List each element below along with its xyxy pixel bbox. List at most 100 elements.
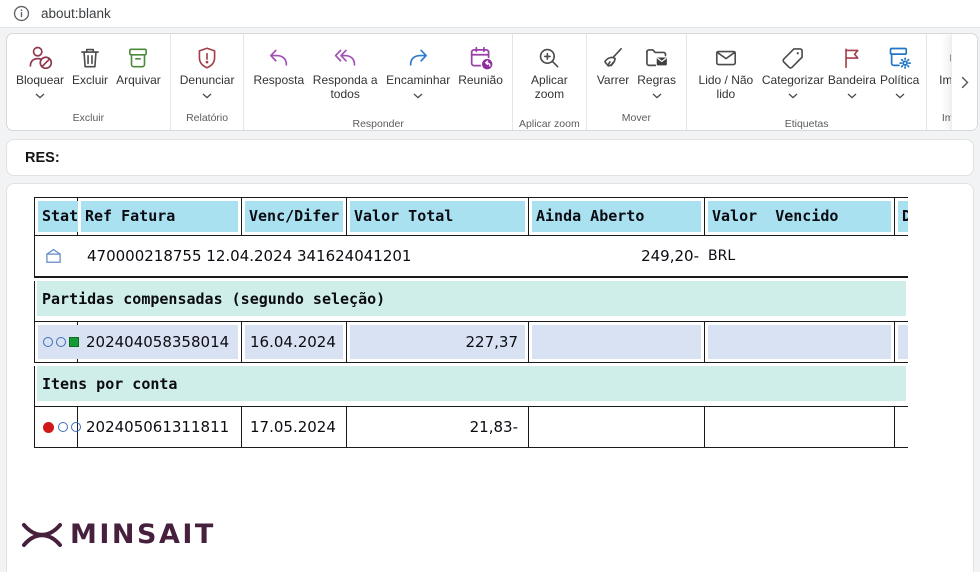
- chevron-down-icon[interactable]: [35, 90, 45, 102]
- reply-all-icon: [332, 41, 359, 74]
- group-label-etiquetas: Etiquetas: [784, 118, 829, 130]
- group-label-relatorio: Relatório: [186, 112, 229, 124]
- mail-ribbon: Bloquear Excluir Arquivar Excluir Denunc…: [6, 33, 978, 131]
- rules-button[interactable]: Regras: [633, 41, 680, 102]
- button-label: Denunciar: [179, 73, 235, 87]
- section-row-itens-por-conta: Itens por conta: [34, 366, 908, 407]
- section-title: Partidas compensadas (segundo seleção): [37, 281, 906, 316]
- chevron-down-icon[interactable]: [413, 90, 423, 102]
- chevron-down-icon[interactable]: [652, 90, 662, 102]
- chevron-down-icon[interactable]: [202, 90, 212, 102]
- group-label-excluir: Excluir: [72, 112, 105, 124]
- button-label: Resposta: [253, 73, 305, 87]
- button-label: Categorizar: [761, 73, 824, 87]
- message-body: Stat Ref Fatura Venc/Difer Valor Total A…: [6, 183, 974, 572]
- reply-icon: [265, 41, 292, 74]
- block-button[interactable]: Bloquear: [12, 41, 68, 102]
- chevron-down-icon[interactable]: [895, 90, 905, 102]
- subject-card: RES:: [6, 139, 974, 176]
- tag-icon: [780, 41, 806, 74]
- ribbon-group-etiquetas: Lido / Não lido Categorizar Bandeira Pol…: [687, 34, 928, 130]
- subject-title: RES:: [25, 149, 60, 166]
- forward-button[interactable]: Encaminhar: [382, 41, 454, 102]
- categorize-button[interactable]: Categorizar: [760, 41, 826, 102]
- button-label: Varrer: [596, 73, 630, 87]
- status-red-dot-icon: [43, 421, 54, 433]
- button-label: Bandeira: [827, 73, 876, 87]
- button-label: Encaminhar: [386, 73, 451, 87]
- forward-icon: [405, 41, 432, 74]
- ref-fatura-cell: 202405061311811: [86, 418, 230, 436]
- col-header-venc-difer: Venc/Difer: [245, 201, 343, 232]
- venc-difer-cell: 17.05.2024: [250, 418, 336, 436]
- ribbon-group-mover: Varrer Regras Mover: [587, 34, 687, 130]
- table-row-open-item: 202405061311811 17.05.2024 21,83-: [34, 407, 908, 448]
- sweep-icon: [600, 41, 626, 74]
- button-label: Política: [879, 73, 920, 87]
- brand-name: MINSAIT: [70, 519, 216, 550]
- minsait-x-icon: [21, 521, 63, 549]
- zoom-in-icon: [536, 41, 562, 74]
- chevron-down-icon[interactable]: [788, 90, 798, 102]
- status-circle-icon: [43, 337, 53, 347]
- button-label: Regras: [637, 73, 676, 87]
- zoom-button[interactable]: Aplicar zoom: [522, 41, 576, 115]
- col-header-ref-fatura: Ref Fatura: [81, 201, 238, 232]
- table-header-row: Stat Ref Fatura Venc/Difer Valor Total A…: [34, 198, 908, 236]
- sweep-button[interactable]: Varrer: [593, 41, 633, 102]
- invoice-summary-text: 470000218755 12.04.2024 341624041201: [87, 247, 412, 265]
- group-label-aplicar-zoom: Aplicar zoom: [519, 118, 580, 130]
- trash-icon: [77, 41, 103, 74]
- venc-difer-cell: 16.04.2024: [245, 325, 343, 359]
- minsait-logo: MINSAIT: [21, 519, 216, 550]
- d-cell: [898, 325, 908, 359]
- delete-button[interactable]: Excluir: [68, 41, 112, 102]
- shield-warning-icon: [194, 41, 220, 74]
- ainda-aberto-cell: [532, 410, 701, 444]
- group-label-responder: Responder: [352, 118, 404, 130]
- report-button[interactable]: Denunciar: [176, 41, 239, 102]
- ainda-aberto-cell: [532, 325, 701, 359]
- browser-address-bar: about:blank: [0, 0, 980, 28]
- button-label: Aplicar zoom: [531, 73, 568, 101]
- ribbon-overflow-button[interactable]: [951, 34, 977, 130]
- ribbon-group-responder: Resposta Responda a todos Encaminhar Reu…: [244, 34, 513, 130]
- reply-all-button[interactable]: Responda a todos: [308, 41, 382, 115]
- chevron-down-icon[interactable]: [847, 90, 857, 102]
- button-label: Responda a todos: [312, 73, 378, 101]
- d-cell: [898, 410, 908, 444]
- policy-gear-icon: [886, 41, 913, 74]
- policy-button[interactable]: Política: [878, 41, 921, 102]
- person-block-icon: [27, 41, 54, 74]
- flag-icon: [839, 41, 865, 74]
- reply-button[interactable]: Resposta: [249, 41, 308, 102]
- button-label: Excluir: [72, 73, 109, 87]
- read-unread-icon: [713, 41, 739, 74]
- read-unread-button[interactable]: Lido / Não lido: [692, 41, 760, 115]
- chevron-right-icon: [961, 76, 969, 89]
- ribbon-group-aplicar-zoom: Aplicar zoom Aplicar zoom: [513, 34, 587, 130]
- meeting-button[interactable]: Reunião: [454, 41, 507, 102]
- col-header-stat: Stat: [38, 201, 79, 232]
- valor-vencido-cell: [708, 410, 891, 444]
- valor-total-cell: 21,83-: [469, 418, 518, 436]
- info-icon[interactable]: [13, 5, 30, 22]
- group-label-mover: Mover: [621, 112, 651, 124]
- button-label: Bloquear: [16, 73, 65, 87]
- status-circle-icon: [56, 337, 66, 347]
- ref-fatura-cell: 202404058358014: [81, 325, 238, 359]
- valor-total-cell: 227,37: [350, 325, 525, 359]
- invoice-amount: 249,20-: [641, 247, 699, 265]
- flag-button[interactable]: Bandeira: [826, 41, 878, 102]
- section-row-partidas-compensadas: Partidas compensadas (segundo seleção): [34, 281, 908, 322]
- status-circle-icon: [58, 422, 68, 432]
- table-row-cleared-item: 202404058358014 16.04.2024 227,37: [34, 322, 908, 363]
- meeting-reply-icon: [467, 41, 495, 74]
- col-header-d: D: [898, 201, 908, 232]
- col-header-valor-vencido: Valor Vencido: [708, 201, 891, 232]
- col-header-ainda-aberto: Ainda Aberto: [532, 201, 701, 232]
- archive-button[interactable]: Arquivar: [112, 41, 165, 102]
- rules-icon: [643, 41, 670, 74]
- valor-vencido-cell: [708, 325, 891, 359]
- url-text[interactable]: about:blank: [41, 6, 111, 21]
